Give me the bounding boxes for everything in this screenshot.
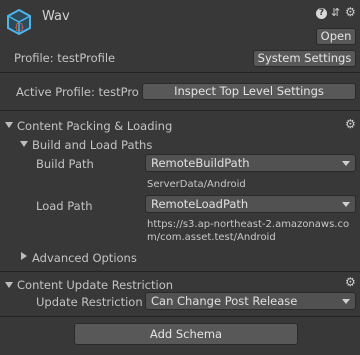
chevron-down-icon: [5, 282, 13, 288]
build-load-paths-foldout[interactable]: Build and Load Paths: [18, 135, 318, 152]
gear-icon[interactable]: ⚙: [345, 276, 356, 288]
gear-icon[interactable]: ⚙: [345, 118, 356, 130]
chevron-down-icon: [20, 141, 28, 147]
load-path-label: Load Path: [36, 199, 93, 213]
load-path-dropdown[interactable]: RemoteLoadPath: [145, 195, 356, 213]
content-packing-foldout[interactable]: Content Packing & Loading: [0, 116, 340, 133]
load-path-resolved-line2: m/com.asset.test/Android: [147, 232, 276, 243]
divider: [0, 110, 360, 111]
build-load-paths-title: Build and Load Paths: [32, 138, 153, 152]
build-path-label: Build Path: [36, 157, 94, 171]
load-path-resolved-line1: https://s3.ap-northeast-2.amazonaws.co: [147, 219, 350, 230]
window-title: Wav: [42, 9, 70, 24]
advanced-options-foldout[interactable]: Advanced Options: [18, 249, 318, 265]
content-update-foldout[interactable]: Content Update Restriction: [0, 276, 340, 292]
add-schema-button[interactable]: Add Schema: [74, 323, 298, 345]
update-restriction-value: Can Change Post Release: [151, 294, 298, 308]
preset-icon[interactable]: ⇵: [331, 6, 340, 19]
profile-label: Profile: testProfile: [14, 51, 116, 65]
open-button[interactable]: Open: [316, 28, 356, 45]
system-settings-button[interactable]: System Settings: [253, 50, 356, 67]
content-packing-title: Content Packing & Loading: [17, 119, 173, 133]
chevron-down-icon: [5, 122, 13, 128]
build-path-dropdown[interactable]: RemoteBuildPath: [145, 154, 356, 172]
inspect-top-level-settings-button[interactable]: Inspect Top Level Settings: [142, 83, 356, 100]
content-update-title: Content Update Restriction: [17, 278, 174, 292]
chevron-down-icon: [342, 161, 350, 166]
chevron-down-icon: [342, 202, 350, 207]
divider: [0, 316, 360, 317]
chevron-right-icon: [21, 252, 27, 260]
chevron-down-icon: [342, 299, 350, 304]
active-profile-label: Active Profile: testPro: [16, 85, 139, 99]
divider: [0, 271, 360, 272]
advanced-options-label: Advanced Options: [32, 251, 137, 265]
build-path-value: RemoteBuildPath: [151, 156, 250, 170]
load-path-value: RemoteLoadPath: [151, 197, 249, 211]
help-icon[interactable]: ?: [316, 8, 327, 19]
update-restriction-dropdown[interactable]: Can Change Post Release: [145, 292, 356, 310]
svg-text:{}: {}: [14, 23, 25, 33]
asset-icon: {}: [6, 8, 32, 36]
update-restriction-label: Update Restriction: [36, 295, 143, 309]
divider: [0, 72, 360, 73]
settings-icon[interactable]: ⚙: [345, 6, 356, 18]
build-path-resolved: ServerData/Android: [147, 179, 246, 190]
